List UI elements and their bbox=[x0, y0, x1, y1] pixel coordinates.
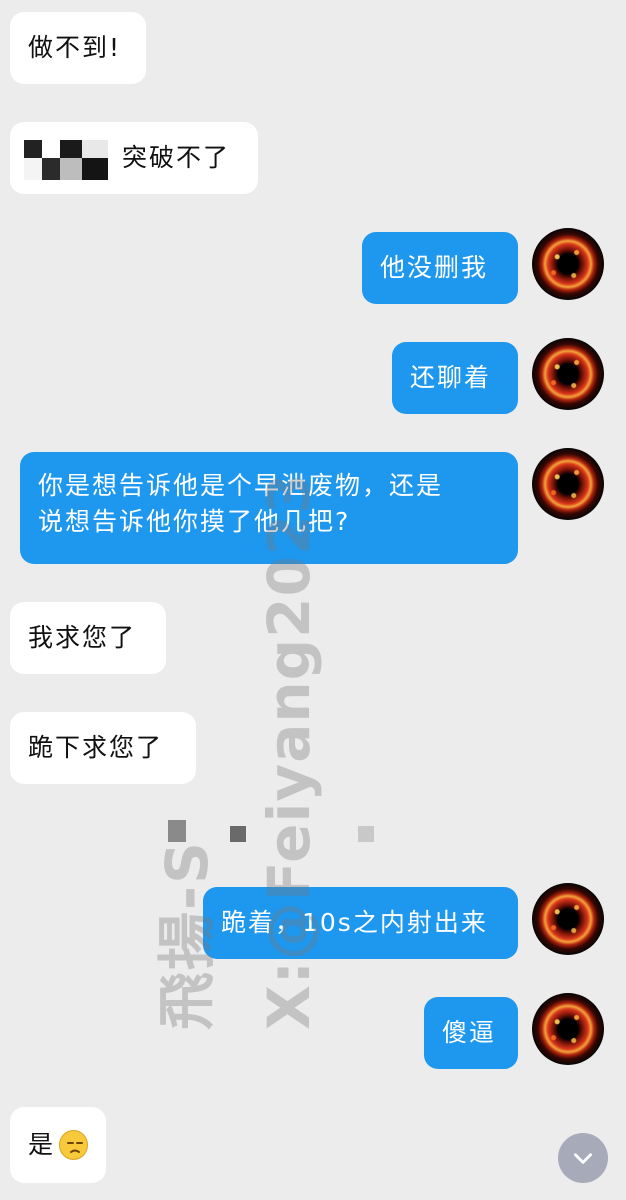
message-text: 是 bbox=[28, 1130, 56, 1159]
message-text: 傻逼 bbox=[442, 1018, 497, 1047]
message-text: 突破不了 bbox=[122, 143, 231, 172]
chevron-down-icon bbox=[574, 1153, 592, 1164]
outgoing-message[interactable]: 跪着，10s之内射出来 bbox=[203, 887, 518, 959]
message-text: 他没删我 bbox=[380, 253, 489, 282]
message-text: 我求您了 bbox=[28, 623, 137, 652]
outgoing-message[interactable]: 傻逼 bbox=[424, 997, 518, 1069]
avatar[interactable] bbox=[532, 448, 604, 520]
avatar[interactable] bbox=[532, 993, 604, 1065]
message-text: 跪下求您了 bbox=[28, 733, 164, 762]
avatar[interactable] bbox=[532, 338, 604, 410]
outgoing-message[interactable]: 还聊着 bbox=[392, 342, 518, 414]
incoming-message[interactable]: 我求您了 bbox=[10, 602, 166, 674]
unamused-face-icon bbox=[59, 1130, 88, 1160]
avatar[interactable] bbox=[532, 883, 604, 955]
scroll-down-button[interactable] bbox=[558, 1133, 608, 1183]
pixelated-redaction bbox=[24, 140, 108, 182]
avatar[interactable] bbox=[532, 228, 604, 300]
outgoing-message[interactable]: 他没删我 bbox=[362, 232, 518, 304]
message-text: 做不到! bbox=[28, 33, 122, 62]
message-text: 还聊着 bbox=[410, 363, 492, 392]
incoming-message[interactable]: 跪下求您了 bbox=[10, 712, 196, 784]
chat-window: 做不到! 突破不了 他没删我 还聊着 你是想告诉他是个早泄废物，还是 说想告诉他… bbox=[0, 0, 626, 1200]
watermark: X:@Feiyang2023 bbox=[255, 472, 323, 1030]
incoming-message[interactable]: 是 bbox=[10, 1107, 106, 1183]
watermark: 飛揚-S bbox=[153, 840, 221, 1030]
incoming-message[interactable]: 做不到! bbox=[10, 12, 146, 84]
